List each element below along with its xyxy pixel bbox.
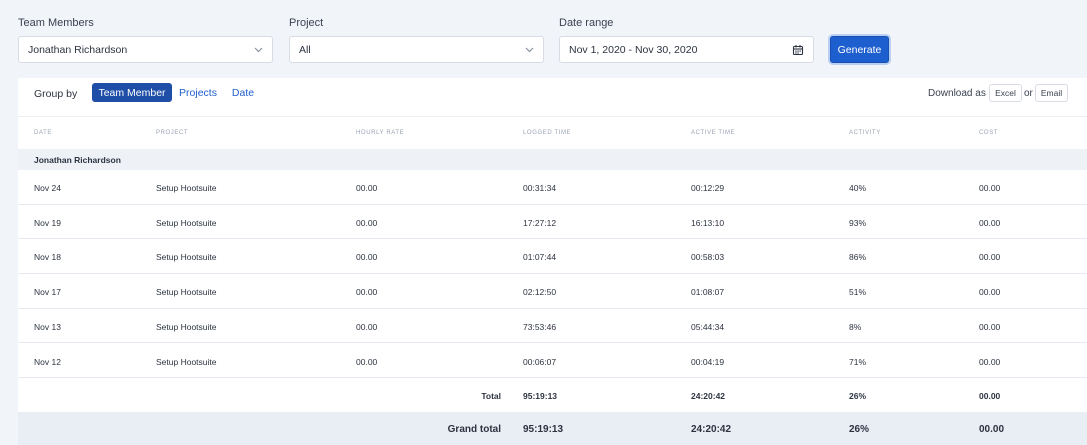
cell-date: Nov 19 — [34, 217, 61, 228]
cell-date: Nov 13 — [34, 321, 61, 332]
cell-active-time: 00:12:29 — [691, 183, 725, 193]
cell-cost: 00.00 — [979, 287, 1001, 298]
project-select[interactable]: All — [289, 36, 544, 63]
group-by-projects[interactable]: Projects — [174, 83, 222, 102]
total-activity: 26% — [849, 391, 867, 401]
cell-activity: 93% — [849, 217, 867, 228]
cell-hourly-rate: 00.00 — [356, 183, 378, 193]
total-active-time: 24:20:42 — [691, 391, 726, 401]
table-row[interactable]: Nov 17 Setup Hootsuite 00.00 02:12:50 01… — [18, 274, 1087, 309]
cell-activity: 51% — [849, 287, 867, 298]
cell-project: Setup Hootsuite — [156, 183, 217, 193]
cell-cost: 00.00 — [979, 217, 1001, 228]
table-row[interactable]: Nov 24 Setup Hootsuite 00.00 00:31:34 00… — [18, 170, 1087, 205]
team-members-label: Team Members — [18, 17, 94, 29]
cell-hourly-rate: 00.00 — [356, 356, 378, 367]
team-members-select[interactable]: Jonathan Richardson — [18, 36, 273, 63]
total-cost: 00.00 — [979, 391, 1001, 401]
cell-hourly-rate: 00.00 — [356, 287, 378, 298]
cell-date: Nov 24 — [34, 183, 61, 193]
cell-active-time: 16:13:10 — [691, 217, 725, 228]
download-or-text: or — [1024, 88, 1033, 99]
chevron-down-icon — [524, 45, 534, 55]
cell-activity: 71% — [849, 356, 867, 367]
cell-cost: 00.00 — [979, 183, 1001, 193]
download-email-button[interactable]: Email — [1035, 84, 1068, 102]
cell-logged-time: 00:06:07 — [523, 356, 557, 367]
column-header-cost[interactable]: Cost — [979, 130, 998, 136]
cell-activity: 40% — [849, 183, 867, 193]
column-header-active-time[interactable]: Active time — [691, 130, 735, 136]
cell-cost: 00.00 — [979, 321, 1001, 332]
cell-project: Setup Hootsuite — [156, 287, 217, 298]
download-label: Download as — [928, 88, 986, 99]
cell-date: Nov 17 — [34, 287, 61, 298]
total-logged-time: 95:19:13 — [523, 391, 558, 401]
table-row[interactable]: Nov 19 Setup Hootsuite 00.00 17:27:12 16… — [18, 205, 1087, 240]
cell-logged-time: 17:27:12 — [523, 217, 557, 228]
group-by-date[interactable]: Date — [226, 83, 260, 102]
group-name: Jonathan Richardson — [34, 155, 121, 165]
group-by-team-member[interactable]: Team Member — [92, 83, 172, 102]
cell-logged-time: 01:07:44 — [523, 252, 557, 263]
cell-hourly-rate: 00.00 — [356, 217, 378, 228]
group-row: Jonathan Richardson — [18, 149, 1087, 170]
grand-total-active-time: 24:20:42 — [691, 424, 732, 435]
table-header: Date Project Hourly rate Logged time Act… — [18, 116, 1087, 149]
grand-total-label: Grand total — [447, 424, 501, 435]
report-toolbar: Group by Team Member Projects Date Downl… — [18, 78, 1087, 116]
grand-total-logged-time: 95:19:13 — [523, 424, 564, 435]
cell-active-time: 01:08:07 — [691, 287, 725, 298]
cell-date: Nov 18 — [34, 252, 61, 263]
table-row[interactable]: Nov 13 Setup Hootsuite 00.00 73:53:46 05… — [18, 309, 1087, 344]
total-row: Total 95:19:13 24:20:42 26% 00.00 — [18, 378, 1087, 412]
generate-button[interactable]: Generate — [830, 36, 889, 63]
column-header-hourly-rate[interactable]: Hourly rate — [356, 130, 404, 136]
column-header-project[interactable]: Project — [156, 130, 188, 136]
table-row[interactable]: Nov 12 Setup Hootsuite 00.00 00:06:07 00… — [18, 344, 1087, 379]
chevron-down-icon — [253, 45, 263, 55]
filters-bar: Team Members Jonathan Richardson Project… — [0, 0, 1087, 72]
cell-logged-time: 73:53:46 — [523, 321, 557, 332]
download-excel-button[interactable]: Excel — [989, 84, 1022, 102]
date-range-input[interactable]: Nov 1, 2020 - Nov 30, 2020 — [559, 36, 814, 63]
cell-active-time: 00:04:19 — [691, 356, 725, 367]
group-by-label: Group by — [34, 88, 78, 100]
cell-logged-time: 00:31:34 — [523, 183, 557, 193]
cell-active-time: 05:44:34 — [691, 321, 725, 332]
cell-logged-time: 02:12:50 — [523, 287, 557, 298]
cell-cost: 00.00 — [979, 356, 1001, 367]
cell-activity: 86% — [849, 252, 867, 263]
column-header-date[interactable]: Date — [34, 130, 52, 136]
date-range-label: Date range — [559, 17, 614, 29]
report-card: Group by Team Member Projects Date Downl… — [18, 78, 1087, 445]
cell-date: Nov 12 — [34, 356, 61, 367]
grand-total-row: Grand total 95:19:13 24:20:42 26% 00.00 — [18, 412, 1087, 445]
column-header-logged-time[interactable]: Logged time — [523, 130, 571, 136]
cell-project: Setup Hootsuite — [156, 217, 217, 228]
column-header-activity[interactable]: Activity — [849, 130, 881, 136]
cell-activity: 8% — [849, 321, 862, 332]
calendar-icon[interactable] — [792, 44, 804, 56]
team-members-value: Jonathan Richardson — [28, 43, 128, 56]
date-range-value: Nov 1, 2020 - Nov 30, 2020 — [569, 43, 698, 56]
cell-project: Setup Hootsuite — [156, 321, 217, 332]
grand-total-cost: 00.00 — [979, 424, 1005, 435]
cell-hourly-rate: 00.00 — [356, 321, 378, 332]
table-row[interactable]: Nov 18 Setup Hootsuite 00.00 01:07:44 00… — [18, 239, 1087, 275]
cell-project: Setup Hootsuite — [156, 252, 217, 263]
cell-active-time: 00:58:03 — [691, 252, 725, 263]
project-label: Project — [289, 17, 324, 29]
cell-hourly-rate: 00.00 — [356, 252, 378, 263]
total-label: Total — [481, 391, 501, 401]
cell-cost: 00.00 — [979, 252, 1001, 263]
grand-total-activity: 26% — [849, 424, 870, 435]
cell-project: Setup Hootsuite — [156, 356, 217, 367]
project-value: All — [299, 43, 311, 56]
